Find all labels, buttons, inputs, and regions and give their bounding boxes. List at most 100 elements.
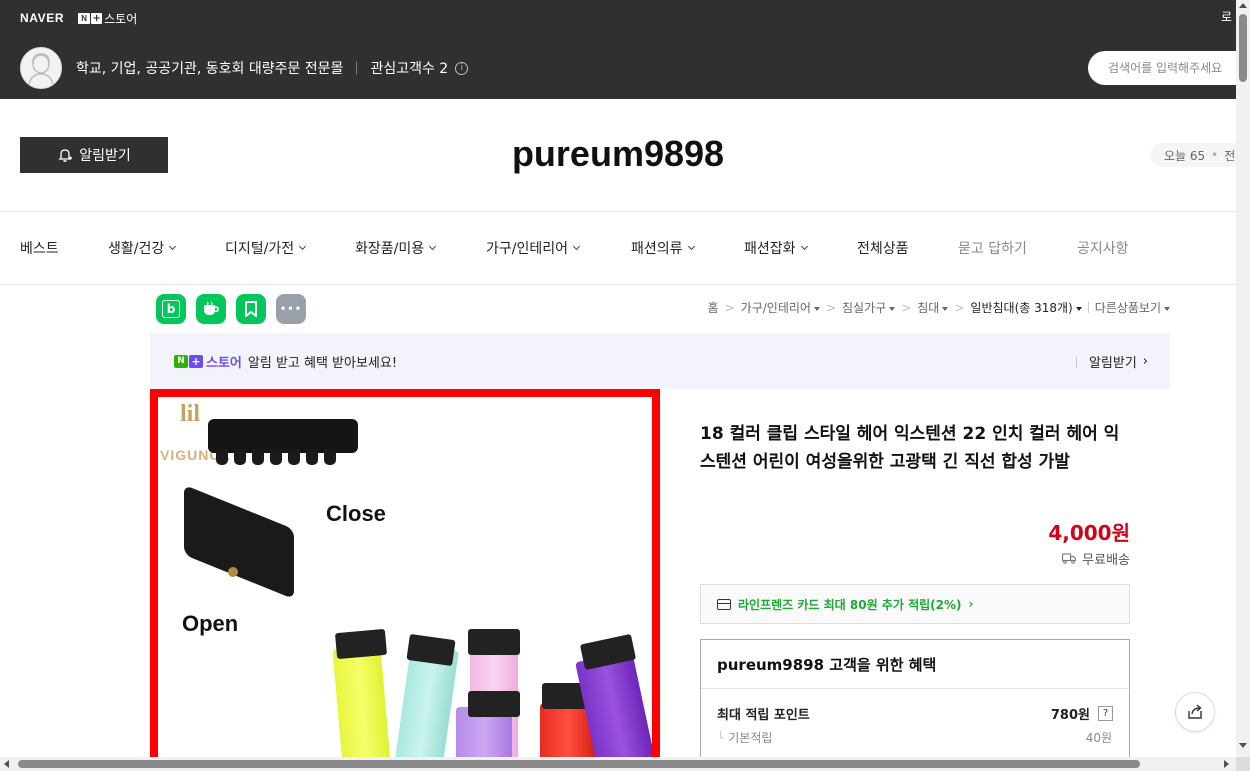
- nav-item-fashion-goods[interactable]: 패션잡화: [744, 238, 808, 258]
- benefit-row: 최대 적립 포인트 780원 ?: [717, 704, 1113, 723]
- store-avatar[interactable]: [20, 47, 62, 89]
- band-share-icon[interactable]: [236, 294, 266, 324]
- nav-item-qna[interactable]: 묻고 답하기: [958, 238, 1027, 258]
- benefit-box: pureum9898 고객을 위한 혜택 최대 적립 포인트 780원 ? └ 기…: [700, 639, 1130, 769]
- divider: [1075, 355, 1077, 368]
- nav-label: 전체상품: [857, 241, 909, 257]
- search-input[interactable]: [1108, 61, 1248, 75]
- caret-down-icon: [1075, 306, 1082, 311]
- card-promo[interactable]: 라인프렌즈 카드 최대 80원 추가 적립(2%) ›: [700, 584, 1130, 624]
- banner-alarm-link[interactable]: 알림받기 ›: [1075, 352, 1148, 371]
- scroll-down-arrow-icon[interactable]: [1239, 743, 1247, 748]
- login-link[interactable]: 로: [1221, 8, 1232, 25]
- vertical-scroll-thumb[interactable]: [1239, 14, 1247, 82]
- visits-today: 오늘 65: [1164, 148, 1206, 163]
- benefit-title: pureum9898 고객을 위한 혜택: [701, 640, 1129, 689]
- divider: [1087, 302, 1089, 313]
- user-avatar-icon: [28, 53, 54, 85]
- bookmark-icon: [245, 301, 257, 317]
- banner-store-label: 스토어: [206, 355, 242, 371]
- breadcrumb-item[interactable]: 침대: [917, 299, 949, 316]
- chevron-down-icon: [299, 242, 307, 251]
- store-profile: 학교, 기업, 공공기관, 동호회 대량주문 전문몰 관심고객수 2 i: [20, 47, 469, 89]
- more-share-icon[interactable]: •••: [276, 294, 306, 324]
- breadcrumb-current[interactable]: 일반침대(총 318개): [970, 299, 1082, 316]
- blog-share-icon[interactable]: b: [156, 294, 186, 324]
- share-icon: [1188, 704, 1202, 719]
- separator-dot: •: [1211, 148, 1219, 162]
- benefit-value: 40원: [1085, 731, 1112, 745]
- clip-open-label: Open: [182, 611, 239, 636]
- nav-item-furniture[interactable]: 가구/인테리어: [486, 238, 581, 258]
- breadcrumb-item[interactable]: 가구/인테리어: [741, 299, 820, 316]
- n-logo-icon: N: [78, 12, 91, 24]
- chevron-down-icon: [800, 242, 808, 251]
- nav-item-notice[interactable]: 공지사항: [1077, 238, 1129, 258]
- store-brand-label: 스토어: [104, 11, 138, 26]
- cafe-share-icon[interactable]: [196, 294, 226, 324]
- chevron-down-icon: [572, 242, 581, 251]
- caret-down-icon: [813, 306, 820, 311]
- benefit-row: └ 기본적립 40원: [717, 729, 1113, 746]
- shipping-info: 무료배송: [1062, 549, 1130, 568]
- global-header: NAVER N + 스토어 로 학교, 기업, 공공기관, 동호회 대량주문 전문몰…: [0, 0, 1248, 99]
- help-icon[interactable]: ?: [1098, 706, 1113, 721]
- brand-logo: lil: [180, 401, 201, 427]
- store-title[interactable]: pureum9898: [0, 133, 1236, 175]
- divider: [356, 61, 358, 75]
- nav-item-digital[interactable]: 디지털/가전: [225, 238, 307, 258]
- nav-item-fashion-clothing[interactable]: 패션의류: [631, 238, 695, 258]
- horizontal-scroll-thumb[interactable]: [18, 760, 1140, 768]
- truck-icon: [1062, 553, 1077, 564]
- nav-item-all-products[interactable]: 전체상품: [857, 238, 909, 258]
- breadcrumb-home[interactable]: 홈: [708, 299, 719, 316]
- naver-plus-store-logo[interactable]: N + 스토어: [78, 10, 137, 27]
- naver-logo[interactable]: NAVER: [20, 11, 64, 25]
- followers-label: 관심고객수 2: [370, 61, 449, 77]
- chevron-right-icon: ›: [968, 597, 974, 611]
- chevron-down-icon: [687, 242, 695, 251]
- card-promo-text: 라인프렌즈 카드 최대 80원 추가 적립(2%): [738, 597, 962, 612]
- chevron-right-icon: ›: [1142, 354, 1148, 369]
- caret-down-icon: [1164, 306, 1170, 311]
- info-icon[interactable]: i: [455, 61, 469, 75]
- horizontal-scrollbar[interactable]: [0, 757, 1236, 771]
- scroll-right-arrow-icon[interactable]: [1224, 760, 1229, 768]
- other-products-dropdown[interactable]: 다른상품보기: [1095, 299, 1170, 316]
- scroll-left-arrow-icon[interactable]: [4, 760, 9, 768]
- visitor-count: 오늘 65 • 전체: [1150, 143, 1240, 167]
- nav-label: 생활/건강: [108, 241, 165, 257]
- caret-down-icon: [889, 306, 896, 311]
- search-box[interactable]: [1088, 51, 1248, 85]
- hair-strand-yellow: [332, 645, 392, 761]
- scroll-up-arrow-icon[interactable]: [1239, 3, 1247, 8]
- hair-clip: [468, 691, 520, 717]
- breadcrumb-item[interactable]: 침실가구: [842, 299, 896, 316]
- product-image[interactable]: lil VIGUNOL Close Open: [150, 389, 660, 761]
- nav-item-best[interactable]: 베스트: [20, 238, 59, 258]
- clip-closed-image: [208, 413, 358, 473]
- nav-item-cosmetics[interactable]: 화장품/미용: [355, 238, 437, 258]
- vertical-scrollbar[interactable]: [1236, 0, 1250, 771]
- plus-icon: +: [91, 12, 103, 24]
- share-button[interactable]: [1175, 692, 1215, 732]
- breadcrumb-separator: >: [825, 300, 837, 315]
- nav-label: 패션의류: [631, 241, 683, 257]
- breadcrumb-separator: >: [954, 300, 965, 315]
- caret-down-icon: [942, 306, 949, 311]
- banner-text: 알림 받고 혜택 받아보세요!: [247, 355, 398, 371]
- hair-clip: [334, 628, 388, 660]
- nav-label: 패션잡화: [744, 241, 796, 257]
- benefit-sub-label: └ 기본적립: [717, 731, 773, 745]
- benefit-value: 780원: [1050, 708, 1090, 723]
- plus-icon: +: [189, 354, 203, 368]
- breadcrumb-separator: >: [901, 300, 912, 315]
- nav-item-living-health[interactable]: 생활/건강: [108, 238, 177, 258]
- nav-label: 공지사항: [1077, 241, 1129, 257]
- nav-label: 화장품/미용: [355, 241, 425, 257]
- breadcrumb-separator: >: [724, 300, 735, 315]
- scrollbar-corner: [1236, 757, 1250, 771]
- breadcrumb: 홈 > 가구/인테리어 > 침실가구 > 침대 > 일반침대(총 318개) 다…: [708, 299, 1170, 316]
- cup-icon: [204, 301, 219, 315]
- credit-card-icon: [717, 598, 731, 610]
